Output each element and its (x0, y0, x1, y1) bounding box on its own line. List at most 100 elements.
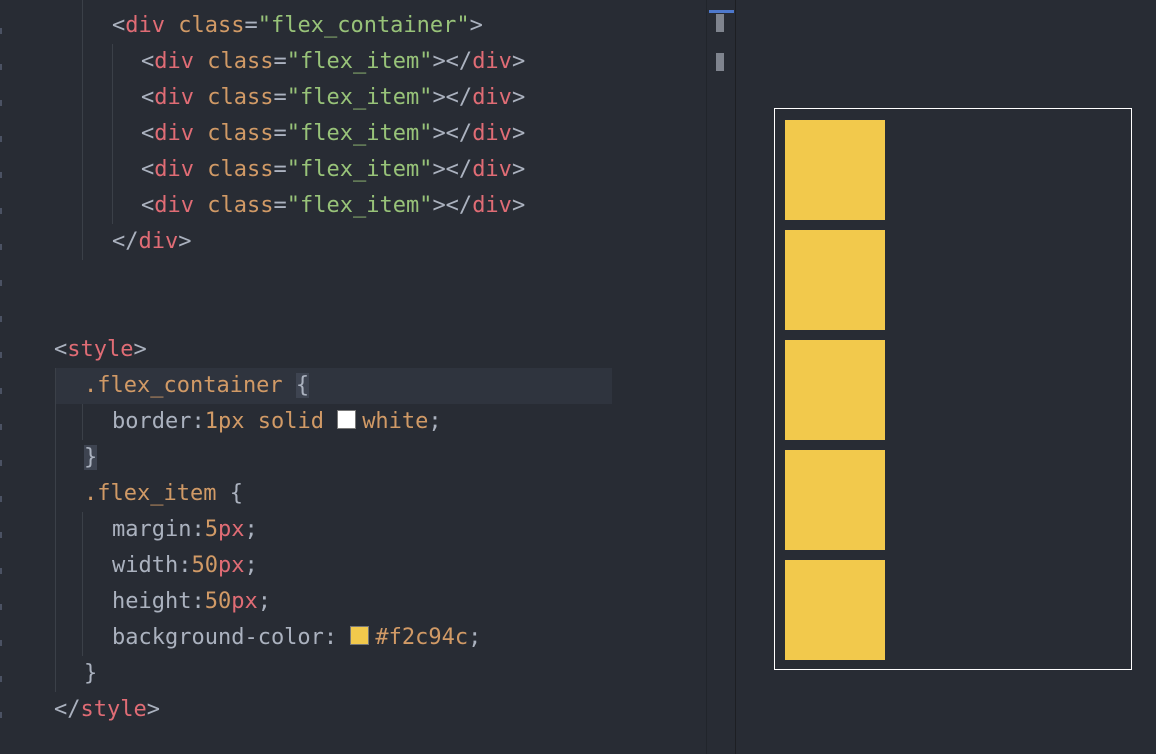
code-line[interactable]: border:1px solid white; (112, 404, 442, 440)
live-preview-pane (736, 0, 1156, 754)
code-line[interactable]: .flex_container { (84, 368, 310, 404)
flex-item-box (785, 120, 885, 220)
code-line[interactable]: <div class="flex_item"></div> (141, 152, 525, 188)
code-token: > (511, 85, 526, 110)
code-token: px (217, 553, 245, 578)
code-line[interactable]: background-color: #f2c94c; (112, 620, 481, 656)
indent-guide (82, 512, 83, 656)
code-token: div (472, 121, 512, 146)
code-token: = (244, 13, 258, 38)
code-token: < (141, 49, 155, 74)
code-token: = (273, 157, 287, 182)
code-token: ; (257, 589, 271, 614)
code-token: ></ (432, 193, 473, 218)
code-token: = (273, 85, 287, 110)
code-token: class (194, 85, 274, 110)
flex-item-box (785, 450, 885, 550)
code-token: solid (244, 409, 338, 434)
code-token: ></ (432, 157, 473, 182)
code-token: = (273, 121, 287, 146)
code-token: class (194, 157, 274, 182)
code-token: white (362, 409, 429, 434)
code-token: px (217, 517, 245, 542)
scrollbar-marker (716, 14, 724, 32)
code-line[interactable]: </style> (54, 692, 160, 728)
code-line[interactable]: <style> (54, 332, 147, 368)
code-token: } (84, 445, 98, 470)
code-token: class (165, 13, 245, 38)
flex-item-box (785, 230, 885, 330)
code-line[interactable]: </div> (112, 224, 192, 260)
code-token: 1px (204, 409, 245, 434)
code-token: class (194, 193, 274, 218)
scrollbar-viewport-indicator[interactable] (709, 10, 734, 13)
code-token: < (141, 193, 155, 218)
code-line[interactable]: margin:5px; (112, 512, 258, 548)
code-token: div (154, 85, 194, 110)
code-token: "flex_container" (257, 13, 470, 38)
code-token: style (80, 697, 147, 722)
code-token: < (54, 337, 68, 362)
code-token: style (67, 337, 134, 362)
code-line[interactable]: .flex_item { (84, 476, 243, 512)
code-token: height: (112, 589, 205, 614)
code-token: div (154, 193, 194, 218)
code-line[interactable]: <div class="flex_item"></div> (141, 80, 525, 116)
code-line[interactable]: <div class="flex_item"></div> (141, 188, 525, 224)
code-token: 50 (191, 553, 218, 578)
color-swatch-icon[interactable] (350, 626, 370, 645)
code-token: width: (112, 553, 192, 578)
code-line[interactable]: } (84, 656, 97, 692)
code-token: ; (244, 553, 258, 578)
code-token: </ (54, 697, 81, 722)
code-token: ; (468, 625, 482, 650)
code-token: div (154, 157, 194, 182)
code-token: margin: (112, 517, 205, 542)
code-token: #f2c94c (375, 625, 469, 650)
code-line[interactable]: <div class="flex_container"> (112, 8, 483, 44)
code-token: > (469, 13, 483, 38)
code-token: = (273, 193, 287, 218)
code-token: "flex_item" (286, 49, 433, 74)
code-line[interactable]: <div class="flex_item"></div> (141, 44, 525, 80)
code-token: div (125, 13, 165, 38)
code-editor[interactable]: <div class="flex_container"> <div class="… (0, 0, 706, 754)
code-line[interactable]: } (84, 440, 98, 476)
code-token: div (138, 229, 179, 254)
code-token: div (472, 49, 512, 74)
code-token: > (511, 157, 526, 182)
code-token: .flex_container (84, 373, 296, 398)
code-token: ; (428, 409, 442, 434)
code-token: div (472, 193, 512, 218)
code-line[interactable]: width:50px; (112, 548, 258, 584)
scrollbar-marker (716, 53, 724, 71)
code-token: > (146, 697, 160, 722)
code-token: px (231, 589, 258, 614)
code-token: class (194, 121, 274, 146)
indent-guide (82, 0, 83, 260)
flex-item-box (785, 560, 885, 660)
code-token: > (178, 229, 192, 254)
code-token: < (141, 85, 155, 110)
code-token: "flex_item" (286, 85, 433, 110)
code-line[interactable]: height:50px; (112, 584, 271, 620)
indent-guide (112, 44, 113, 224)
code-token: div (472, 157, 512, 182)
code-token: .flex_item (84, 481, 230, 506)
indent-guide (82, 404, 83, 440)
code-token: </ (112, 229, 139, 254)
code-token: 50 (204, 589, 232, 614)
code-token: div (154, 49, 194, 74)
code-token: 5 (204, 517, 218, 542)
code-token: div (154, 121, 194, 146)
code-token: = (273, 49, 287, 74)
color-swatch-icon[interactable] (337, 410, 357, 429)
indent-guide (55, 368, 56, 692)
code-token: class (194, 49, 274, 74)
code-token: > (511, 49, 526, 74)
minimap-scrollbar[interactable] (707, 0, 735, 754)
code-line[interactable]: <div class="flex_item"></div> (141, 116, 525, 152)
code-token: ></ (432, 121, 473, 146)
code-token: border: (112, 409, 205, 434)
code-token: } (84, 661, 98, 686)
